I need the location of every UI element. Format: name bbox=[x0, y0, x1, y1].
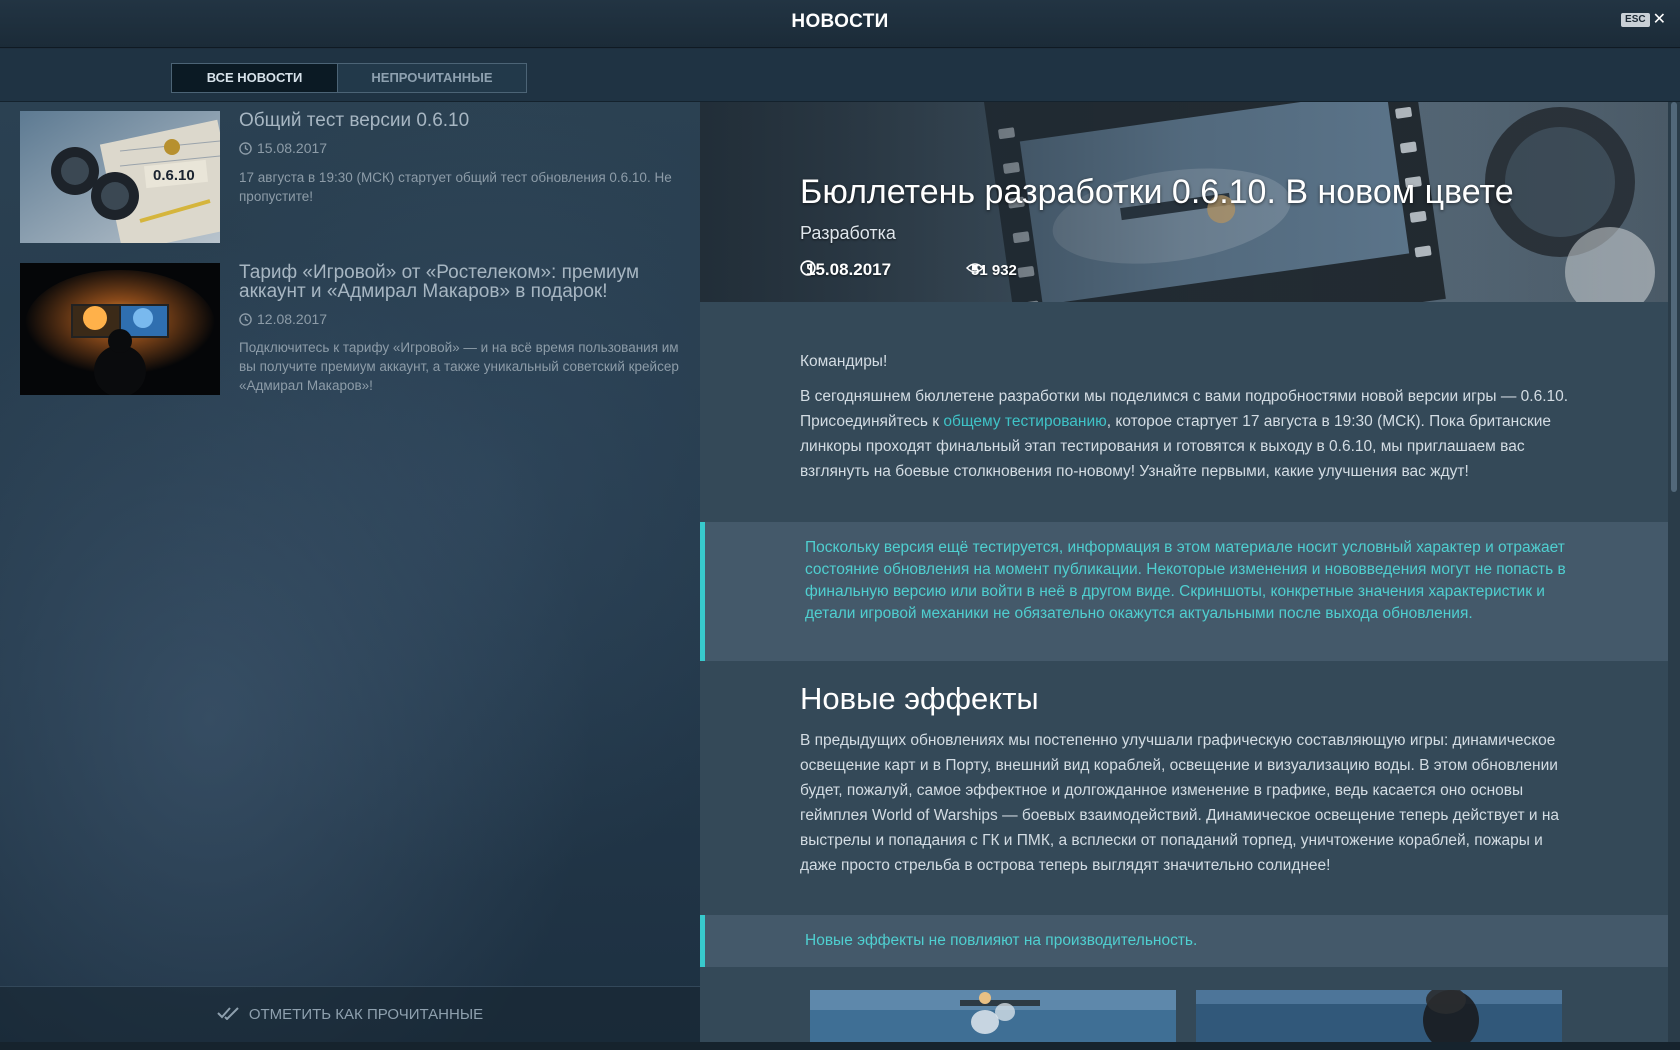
clock-icon bbox=[239, 141, 252, 155]
article-intro: В сегодняшнем бюллетене разработки мы по… bbox=[800, 384, 1575, 484]
performance-note-text: Новые эффекты не повлияют на производите… bbox=[805, 932, 1198, 949]
news-list-panel: 0.6.10 Общий тест версии 0.6.10 15.08.20… bbox=[0, 102, 700, 1050]
news-thumbnail[interactable]: 0.6.10 bbox=[20, 111, 220, 243]
disclaimer-text: Поскольку версия ещё тестируется, информ… bbox=[805, 539, 1566, 622]
tab-all-news[interactable]: ВСЕ НОВОСТИ bbox=[172, 64, 338, 92]
news-date: 15.08.2017 bbox=[257, 140, 328, 156]
screenshot-2[interactable] bbox=[1196, 990, 1562, 1042]
performance-note: Новые эффекты не повлияют на производите… bbox=[700, 915, 1668, 967]
title-bar: НОВОСТИ ESC ✕ bbox=[0, 0, 1680, 48]
mark-all-read-label: ОТМЕТИТЬ КАК ПРОЧИТАННЫЕ bbox=[248, 1006, 484, 1023]
news-excerpt: Подключитесь к тарифу «Игровой» — и на в… bbox=[239, 340, 679, 393]
news-filter-tabs: ВСЕ НОВОСТИ НЕПРОЧИТАННЫЕ bbox=[171, 63, 527, 93]
mark-all-read-button[interactable]: ОТМЕТИТЬ КАК ПРОЧИТАННЫЕ bbox=[0, 986, 700, 1042]
news-date-row: 12.08.2017 bbox=[239, 311, 327, 327]
news-item-rostelecom[interactable]: Тариф «Игровой» от «Ростелеком»: премиум… bbox=[20, 263, 690, 398]
article-scrollbar[interactable] bbox=[1668, 102, 1680, 1042]
article-date: 15.08.2017 bbox=[806, 260, 892, 279]
section-title: Новые эффекты bbox=[800, 681, 1039, 716]
section-text: В предыдущих обновлениях мы постепенно у… bbox=[800, 732, 1559, 874]
news-date: 12.08.2017 bbox=[257, 311, 328, 327]
close-icon[interactable]: ✕ bbox=[1653, 12, 1666, 28]
double-check-icon bbox=[217, 1006, 241, 1024]
article-views-row: 51 932 bbox=[966, 262, 1017, 279]
bottom-border bbox=[0, 1042, 1680, 1050]
article-hero: Бюллетень разработки 0.6.10. В новом цве… bbox=[700, 102, 1668, 302]
disclaimer-note: Поскольку версия ещё тестируется, информ… bbox=[700, 522, 1668, 661]
public-test-link[interactable]: общему тестированию bbox=[943, 413, 1106, 430]
screenshot-1[interactable] bbox=[810, 990, 1176, 1042]
news-title[interactable]: Общий тест версии 0.6.10 bbox=[239, 111, 679, 130]
thumb-version-text: 0.6.10 bbox=[153, 167, 195, 184]
esc-key-hint: ESC bbox=[1621, 13, 1650, 27]
news-date-row: 15.08.2017 bbox=[239, 140, 327, 156]
close-button[interactable]: ESC ✕ bbox=[1621, 12, 1666, 28]
article-date-row: 15.08.2017 bbox=[800, 260, 891, 280]
news-title[interactable]: Тариф «Игровой» от «Ростелеком»: премиум… bbox=[239, 263, 679, 301]
article-category: Разработка bbox=[800, 223, 896, 243]
article-title: Бюллетень разработки 0.6.10. В новом цве… bbox=[800, 173, 1514, 211]
scrollbar-thumb[interactable] bbox=[1671, 102, 1677, 492]
news-excerpt: 17 августа в 19:30 (МСК) стартует общий … bbox=[239, 170, 672, 204]
clock-icon bbox=[239, 312, 252, 326]
news-item-0610-test[interactable]: 0.6.10 Общий тест версии 0.6.10 15.08.20… bbox=[20, 111, 690, 246]
article-greeting: Командиры! bbox=[800, 353, 888, 370]
tab-unread[interactable]: НЕПРОЧИТАННЫЕ bbox=[338, 64, 526, 92]
screenshot-gallery bbox=[810, 990, 1562, 1042]
article-panel: Бюллетень разработки 0.6.10. В новом цве… bbox=[700, 102, 1668, 1042]
window-title: НОВОСТИ bbox=[791, 11, 889, 32]
tabs-bar: ВСЕ НОВОСТИ НЕПРОЧИТАННЫЕ bbox=[0, 49, 1680, 102]
news-thumbnail[interactable] bbox=[20, 263, 220, 395]
